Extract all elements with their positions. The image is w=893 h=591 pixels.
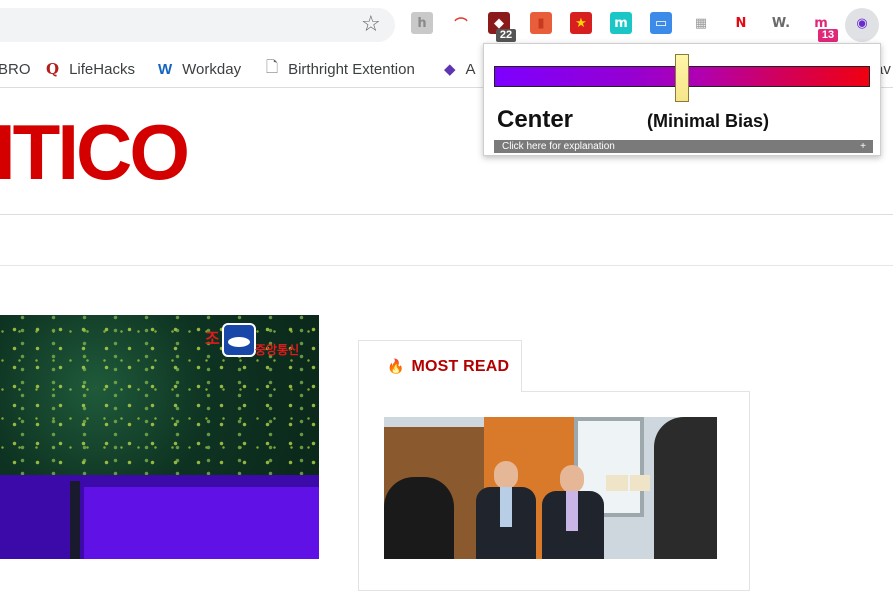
lifehacks-icon: Q	[46, 60, 60, 78]
star-box-extension-icon[interactable]: ★	[570, 12, 592, 34]
divider	[0, 214, 893, 215]
bookmark-star-icon[interactable]: ☆	[361, 12, 381, 38]
most-read-label: MOST READ	[411, 357, 510, 375]
bookmark-a[interactable]: ◆ A	[444, 50, 476, 88]
image-camera	[654, 417, 717, 559]
page-icon: 🗋	[266, 57, 279, 76]
explanation-toggle[interactable]: Click here for explanation +	[494, 140, 873, 153]
ublock-badge: 22	[496, 29, 516, 42]
hero-screen-bezel	[70, 481, 80, 559]
address-bar[interactable]	[0, 8, 395, 42]
honey-extension-icon[interactable]: h	[411, 12, 433, 34]
person-head	[494, 461, 518, 489]
image-interviewer	[384, 477, 454, 559]
rainbow-extension-icon[interactable]: ⌒	[450, 12, 472, 34]
kcna-watermark-right: 중앙통신	[255, 343, 300, 357]
site-logo[interactable]: ITICO	[0, 104, 190, 200]
netflix-extension-icon[interactable]: N	[730, 12, 752, 34]
image-lamp	[606, 475, 628, 491]
hero-screen-light	[84, 487, 319, 559]
bias-popup: Center (Minimal Bias) Click here for exp…	[483, 43, 881, 156]
tab-most-read[interactable]: 🔥 MOST READ	[358, 340, 522, 392]
mercury-extension-icon[interactable]: m	[610, 12, 632, 34]
person-shirt	[566, 491, 578, 531]
kcna-watermark-left: 조	[205, 329, 220, 348]
image-person	[542, 465, 604, 559]
grid-extension-icon[interactable]: ▦	[690, 12, 712, 34]
bookmark-label: BRO	[0, 60, 31, 78]
bias-rating: Center	[497, 106, 574, 133]
bookmark-label: A	[465, 60, 476, 78]
bookmark-label: Birthright Extention	[288, 60, 415, 78]
bookmark-label: LifeHacks	[69, 60, 135, 78]
flame-icon: 🔥	[387, 358, 405, 375]
cube-icon: ◆	[444, 60, 456, 78]
allsides-extension-icon[interactable]: ◉	[851, 12, 873, 34]
person-shirt	[500, 487, 512, 527]
hero-image[interactable]: 조 중앙통신	[0, 315, 319, 559]
page-content: ITICO 조 중앙통신 🔥 MOST READ	[0, 89, 893, 591]
bias-qualifier: (Minimal Bias)	[647, 111, 770, 131]
scribe-badge: 13	[818, 29, 838, 42]
window-extension-icon[interactable]: ▭	[650, 12, 672, 34]
kcna-emblem-icon	[222, 323, 256, 357]
bookmark-lifehacks[interactable]: Q LifeHacks	[46, 50, 135, 88]
person-head	[560, 465, 584, 493]
expand-icon: +	[860, 141, 866, 152]
bookmark-bro[interactable]: BRO	[0, 50, 31, 88]
image-lamp	[630, 475, 650, 491]
kcna-watermark: 조 중앙통신	[205, 323, 315, 357]
bookmark-birthright[interactable]: 🗋 Birthright Extention	[266, 50, 415, 88]
panel-top-border	[521, 391, 750, 392]
bias-indicator-handle[interactable]	[675, 54, 689, 102]
bookmark-workday[interactable]: W Workday	[158, 50, 241, 88]
wordtune-extension-icon[interactable]: W.	[770, 12, 792, 34]
divider	[0, 265, 893, 266]
workday-icon: W	[158, 60, 173, 78]
most-read-image[interactable]	[384, 417, 717, 559]
image-person	[476, 461, 536, 559]
book-extension-icon[interactable]: ▮	[530, 12, 552, 34]
explanation-label: Click here for explanation	[502, 141, 615, 152]
bookmark-label: Workday	[182, 60, 242, 78]
